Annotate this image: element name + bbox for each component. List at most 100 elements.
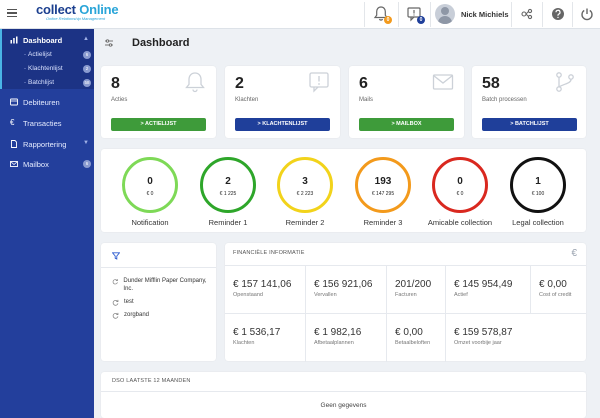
ring-label: Reminder 1 bbox=[208, 218, 248, 227]
chevron-up-icon: ▲ bbox=[83, 36, 89, 42]
stat-card-mails: 6 Mails > MAILBOX bbox=[349, 66, 464, 138]
divider bbox=[364, 2, 365, 27]
user-name: Nick Michiels bbox=[461, 9, 509, 19]
ring-label: Amicable collection bbox=[427, 218, 493, 227]
chart-icon bbox=[10, 36, 18, 44]
help-icon[interactable] bbox=[551, 7, 567, 25]
divider bbox=[542, 2, 543, 27]
stat-card-batch: 58 Batch processen > BATCHLIJST bbox=[472, 66, 586, 138]
divider bbox=[398, 2, 399, 27]
euro-icon: € bbox=[10, 118, 15, 127]
empty-state: Geen gegevens bbox=[320, 402, 367, 409]
count-badge: 6 bbox=[83, 160, 91, 168]
bell-icon bbox=[185, 72, 205, 93]
sidebar: Dashboard ▲ - Actielijst 6 - Klachtenlijst… bbox=[0, 29, 94, 418]
message-badge: 0 bbox=[417, 16, 425, 24]
list-item[interactable]: zorgband bbox=[112, 311, 149, 319]
financial-grid: € 157 141,06 Openstaand € 156 921,06 Verva… bbox=[225, 265, 586, 362]
bell-icon[interactable]: 0 bbox=[373, 5, 392, 24]
avatar bbox=[435, 4, 455, 24]
fin-cell-facturen: 201/200 Facturen bbox=[387, 266, 446, 314]
fin-cell-betaalbeloften: € 0,00 Betaalbeloften bbox=[387, 314, 446, 362]
ring-legal-collection[interactable]: 1 € 100 bbox=[510, 157, 566, 213]
stat-card-klachten: 2 Klachten > KLACHTENLIJST bbox=[225, 66, 340, 138]
fin-cell-vervallen: € 156 921,06 Vervallen bbox=[306, 266, 387, 314]
fin-cell-omzet: € 159 578,87 Omzet voorbije jaar bbox=[454, 327, 513, 346]
refresh-icon bbox=[112, 312, 119, 319]
euro-icon: € bbox=[571, 248, 577, 259]
list-item[interactable]: Dunder Mifflin Paper Company, Inc. bbox=[112, 277, 210, 293]
fin-cell-cost-of-credit: € 0,00 Cost of credit bbox=[531, 266, 586, 314]
sidebar-item-transacties[interactable]: € Transacties bbox=[0, 113, 94, 133]
ring-reminder-3[interactable]: 193 € 147 295 bbox=[355, 157, 411, 213]
stat-value: 2 bbox=[235, 75, 244, 92]
debtor-filter-card: Dunder Mifflin Paper Company, Inc. test … bbox=[101, 243, 216, 361]
sliders-icon[interactable] bbox=[104, 38, 114, 48]
settings-icon[interactable] bbox=[520, 7, 536, 25]
count-badge: 2 bbox=[83, 64, 91, 73]
ring-label: Legal collection bbox=[512, 218, 564, 227]
top-bar: collect Online Online Relationship Manag… bbox=[0, 0, 600, 29]
collection-stages-card: 0 € 0 Notification 2 € 1 225 Reminder 1 … bbox=[101, 149, 586, 232]
divider bbox=[101, 391, 586, 392]
divider bbox=[572, 2, 573, 27]
stat-label: Mails bbox=[359, 97, 374, 103]
ring-label: Reminder 3 bbox=[363, 218, 403, 227]
complaint-icon bbox=[309, 72, 329, 93]
envelope-icon bbox=[432, 74, 454, 90]
logo[interactable]: collect Online Online Relationship Manag… bbox=[36, 2, 119, 21]
stat-label: Acties bbox=[111, 97, 128, 103]
fin-cell-afbetaalplannen: € 1 982,16 Afbetaalplannen bbox=[306, 314, 387, 362]
stat-value: 6 bbox=[359, 75, 368, 92]
logout-icon[interactable] bbox=[580, 7, 596, 25]
klachtenlijst-button[interactable]: > KLACHTENLIJST bbox=[235, 118, 330, 131]
dso-title: DSO LAATSTE 12 MAANDEN bbox=[112, 378, 191, 384]
count-badge: 6 bbox=[83, 50, 91, 59]
page-header: Dashboard bbox=[94, 29, 600, 57]
page-title: Dashboard bbox=[132, 37, 190, 49]
message-icon[interactable]: 0 bbox=[406, 5, 425, 24]
ring-reminder-1[interactable]: 2 € 1 225 bbox=[200, 157, 256, 213]
ring-label: Notification bbox=[131, 218, 169, 227]
sidebar-item-debiteuren[interactable]: Debiteuren bbox=[0, 92, 94, 112]
chevron-down-icon: ▼ bbox=[83, 140, 89, 146]
document-icon bbox=[11, 140, 17, 148]
actielijst-button[interactable]: > ACTIELIJST bbox=[111, 118, 206, 131]
financial-info-card: FINANCIËLE INFORMATIE € € 157 141,06 Open… bbox=[225, 243, 586, 362]
stat-label: Batch processen bbox=[482, 97, 527, 103]
fin-cell-actief: € 145 954,49 Actief bbox=[446, 266, 531, 314]
stat-card-acties: 8 Acties > ACTIELIJST bbox=[101, 66, 216, 138]
branch-icon bbox=[556, 72, 574, 92]
count-badge: 58 bbox=[83, 78, 91, 87]
mailbox-button[interactable]: > MAILBOX bbox=[359, 118, 454, 131]
stat-label: Klachten bbox=[235, 97, 259, 103]
divider bbox=[511, 2, 512, 27]
dso-card: DSO LAATSTE 12 MAANDEN Geen gegevens bbox=[101, 372, 586, 418]
ring-label: Reminder 2 bbox=[285, 218, 325, 227]
batchlijst-button[interactable]: > BATCHLIJST bbox=[482, 118, 577, 131]
fin-cell-openstaand: € 157 141,06 Openstaand bbox=[225, 266, 306, 314]
financial-info-title: FINANCIËLE INFORMATIE bbox=[233, 250, 305, 256]
refresh-icon bbox=[112, 278, 118, 284]
sidebar-subitem-batchlijst[interactable]: - Batchlijst 58 bbox=[24, 76, 94, 89]
sidebar-subitem-actielijst[interactable]: - Actielijst 6 bbox=[24, 48, 94, 61]
envelope-icon bbox=[10, 161, 18, 167]
user-menu[interactable]: Nick Michiels bbox=[435, 3, 509, 25]
ring-reminder-2[interactable]: 3 € 2 223 bbox=[277, 157, 333, 213]
refresh-icon bbox=[112, 299, 119, 306]
list-item[interactable]: test bbox=[112, 298, 134, 306]
notification-badge: 0 bbox=[384, 16, 392, 24]
sidebar-subitem-klachtenlijst[interactable]: - Klachtenlijst 2 bbox=[24, 62, 94, 75]
sidebar-item-mailbox[interactable]: Mailbox 6 bbox=[0, 154, 94, 174]
divider bbox=[430, 2, 431, 27]
divider bbox=[101, 267, 216, 268]
filter-icon[interactable] bbox=[112, 252, 120, 260]
stat-value: 8 bbox=[111, 75, 120, 92]
menu-icon[interactable] bbox=[7, 9, 17, 18]
fin-cell-klachten: € 1 536,17 Klachten bbox=[225, 314, 306, 362]
sidebar-item-rapportering[interactable]: Rapportering ▼ bbox=[0, 134, 94, 154]
ring-notification[interactable]: 0 € 0 bbox=[122, 157, 178, 213]
list-icon bbox=[10, 98, 18, 106]
sidebar-item-dashboard[interactable]: Dashboard ▲ bbox=[0, 30, 94, 50]
ring-amicable-collection[interactable]: 0 € 0 bbox=[432, 157, 488, 213]
